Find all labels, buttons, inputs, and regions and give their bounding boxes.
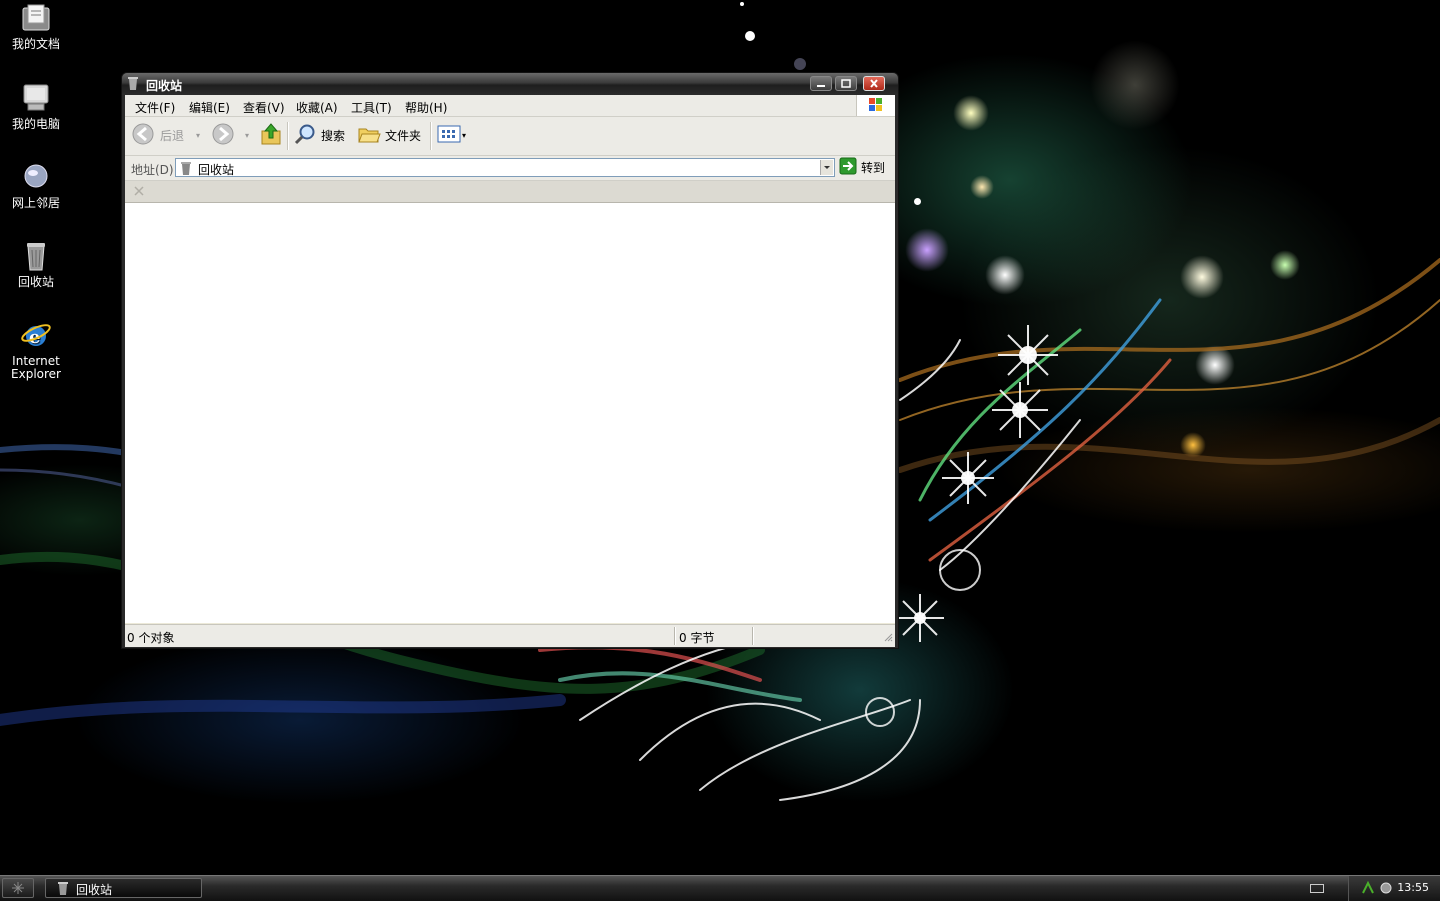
- folder-documents-icon: [20, 2, 52, 34]
- back-arrow-icon: [131, 122, 155, 149]
- go-arrow-icon: [839, 157, 857, 178]
- menu-edit[interactable]: 编辑(E): [189, 99, 230, 116]
- internet-explorer-icon: e: [20, 319, 52, 351]
- forward-button[interactable]: ▾: [211, 121, 249, 149]
- status-divider: [674, 627, 676, 645]
- resize-grip-icon[interactable]: [883, 631, 893, 645]
- menu-favorites[interactable]: 收藏(A): [296, 99, 338, 116]
- desktop-icon-label: 我的电脑: [11, 117, 60, 131]
- status-bar: 0 个对象 0 字节: [125, 624, 895, 647]
- go-label: 转到: [861, 161, 886, 175]
- status-size: 0 字节: [679, 631, 715, 645]
- address-bar: 地址(D) 回收站 转到: [125, 156, 895, 181]
- explorer-window: 回收站 文件(F) 编辑(E) 查看(V) 收藏(A) 工具(T) 帮助(H): [121, 72, 899, 649]
- desktop-icon-label: Internet Explorer: [11, 354, 61, 381]
- window-titlebar[interactable]: 回收站: [122, 73, 898, 95]
- up-folder-button[interactable]: [259, 121, 283, 149]
- back-dropdown-icon[interactable]: ▾: [196, 131, 200, 140]
- menu-help[interactable]: 帮助(H): [405, 99, 447, 116]
- desktop-icon-recycle-bin[interactable]: 回收站: [2, 240, 70, 289]
- folders-label: 文件夹: [385, 128, 422, 143]
- views-button[interactable]: ▾: [437, 121, 466, 149]
- start-button[interactable]: [2, 878, 34, 898]
- close-pane-icon[interactable]: [134, 185, 144, 199]
- menu-tools[interactable]: 工具(T): [351, 99, 392, 116]
- window-title: 回收站: [146, 79, 183, 93]
- views-dropdown-icon[interactable]: ▾: [462, 131, 466, 140]
- folders-icon: [357, 122, 381, 149]
- taskbar-clock[interactable]: 13:55: [1397, 881, 1429, 894]
- taskbar-button-label: 回收站: [76, 883, 113, 897]
- search-label: 搜索: [321, 128, 346, 143]
- folders-button[interactable]: 文件夹: [357, 121, 421, 149]
- recycle-bin-icon: [20, 240, 52, 272]
- address-field[interactable]: 回收站: [175, 158, 835, 177]
- recycle-bin-icon: [128, 77, 138, 90]
- taskbar: 回收站 13:55: [0, 875, 1440, 901]
- menu-view[interactable]: 查看(V): [243, 99, 285, 116]
- forward-dropdown-icon[interactable]: ▾: [245, 131, 249, 140]
- taskbar-button-recycle-bin[interactable]: 回收站: [45, 878, 202, 898]
- network-globe-icon: [20, 161, 52, 193]
- up-folder-icon: [259, 122, 283, 149]
- desktop-icon-network[interactable]: 网上邻居: [2, 161, 70, 210]
- maximize-button[interactable]: [835, 76, 857, 91]
- desktop-icon-label: 网上邻居: [11, 196, 60, 210]
- recycle-bin-icon: [58, 882, 68, 898]
- desktop-icon-label: 我的文档: [11, 37, 60, 51]
- desktop-icon-internet-explorer[interactable]: e Internet Explorer: [2, 319, 70, 381]
- toolbar-separator: [430, 122, 432, 150]
- views-icon: [437, 122, 461, 149]
- keyboard-language-icon[interactable]: [1310, 884, 1324, 893]
- toolbar-separator: [287, 122, 289, 150]
- go-button[interactable]: 转到: [839, 157, 891, 178]
- window-client: 文件(F) 编辑(E) 查看(V) 收藏(A) 工具(T) 帮助(H) 后退 ▾: [125, 95, 895, 647]
- back-button[interactable]: 后退 ▾: [131, 121, 200, 149]
- address-dropdown-button[interactable]: [820, 160, 833, 175]
- desktop-icon-my-documents[interactable]: 我的文档: [2, 2, 70, 51]
- system-tray: 13:55: [1348, 876, 1440, 901]
- address-value: 回收站: [198, 163, 235, 177]
- close-button[interactable]: [863, 76, 885, 91]
- menu-bar: 文件(F) 编辑(E) 查看(V) 收藏(A) 工具(T) 帮助(H): [125, 95, 895, 117]
- computer-icon: [20, 82, 52, 114]
- recycle-bin-icon: [180, 161, 192, 178]
- infobar-strip: [125, 181, 895, 203]
- address-label: 地址(D): [131, 163, 174, 177]
- minimize-button[interactable]: [810, 76, 832, 91]
- desktop-icon-label: 回收站: [17, 275, 54, 289]
- status-divider: [752, 627, 754, 645]
- windows-logo-icon: [856, 95, 895, 116]
- search-button[interactable]: 搜索: [293, 121, 345, 149]
- status-object-count: 0 个对象: [127, 631, 175, 645]
- network-status-icon[interactable]: [1361, 880, 1375, 898]
- search-icon: [293, 122, 317, 149]
- file-list-pane[interactable]: [125, 203, 895, 623]
- volume-icon[interactable]: [1379, 881, 1393, 898]
- forward-arrow-icon: [211, 122, 235, 149]
- menu-file[interactable]: 文件(F): [135, 99, 175, 116]
- desktop-icon-my-computer[interactable]: 我的电脑: [2, 82, 70, 131]
- standard-toolbar: 后退 ▾ ▾ 搜索 文件夹 ▾: [125, 117, 895, 156]
- back-label: 后退: [160, 128, 185, 143]
